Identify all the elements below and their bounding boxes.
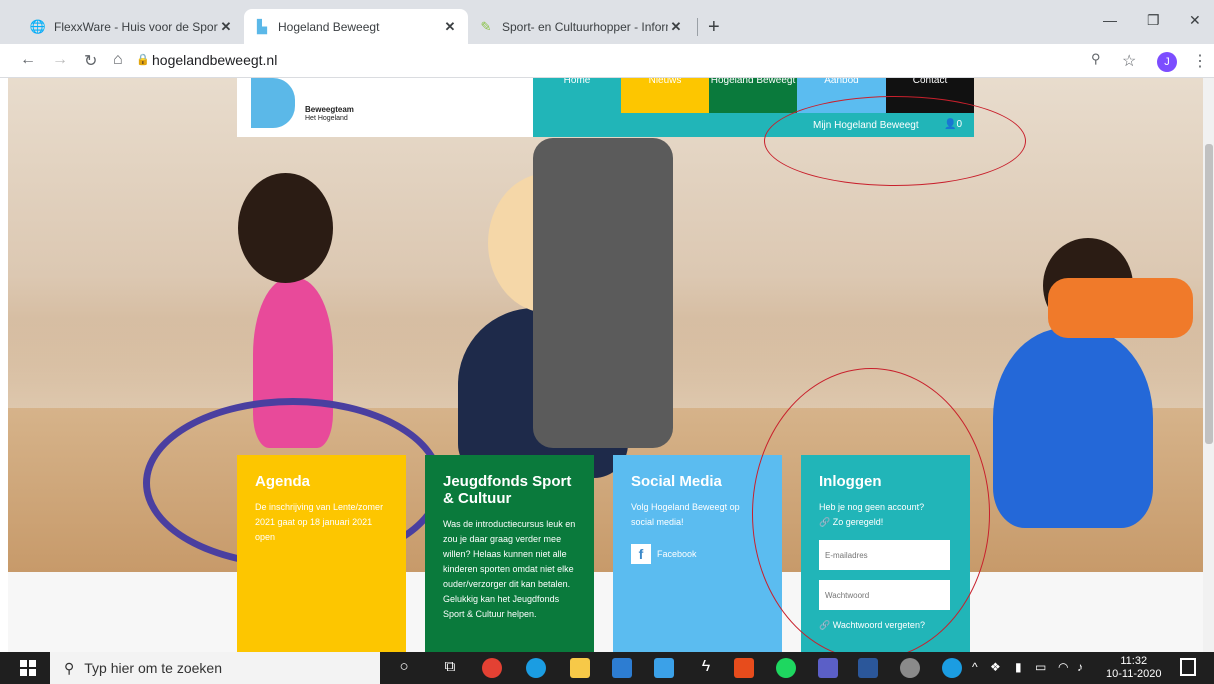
menu-icon[interactable]: ⋮ <box>1192 51 1208 71</box>
nav-hogeland-beweegt[interactable]: Hogeland Beweegt <box>709 78 797 113</box>
jeugdfonds-text: Was de introductiecursus leuk en zou je … <box>443 519 576 619</box>
back-icon[interactable]: ← <box>20 51 36 69</box>
tab-separator <box>697 18 698 36</box>
globe-icon: 🌐 <box>29 18 47 34</box>
close-icon[interactable]: ✕ <box>668 19 684 35</box>
battery-icon[interactable]: ▭ <box>1035 660 1046 674</box>
leaf-icon: ✎ <box>480 18 492 34</box>
close-icon[interactable]: ✕ <box>442 19 458 35</box>
jeugdfonds-title: Jeugdfonds Sport & Cultuur <box>443 473 572 507</box>
lightning-icon[interactable]: ϟ <box>696 658 716 678</box>
volume-icon[interactable]: ♪ <box>1077 660 1083 674</box>
dropbox-icon[interactable]: ❖ <box>990 660 1001 674</box>
forward-icon[interactable]: → <box>52 51 68 69</box>
minimize-icon[interactable]: — <box>1103 12 1117 28</box>
windows-start-icon[interactable] <box>20 660 36 676</box>
facebook-link[interactable]: f Facebook <box>631 544 764 564</box>
page-viewport: Beweegteam Het Hogeland Home Nieuws Hoge… <box>0 78 1203 652</box>
scrollbar-thumb[interactable] <box>1205 144 1213 444</box>
tab-cultuurhopper[interactable]: ✎ Sport- en Cultuurhopper - Inform ✕ <box>468 9 694 44</box>
tab-hogeland-beweegt[interactable]: ▙ Hogeland Beweegt ✕ <box>244 9 468 44</box>
profile-avatar[interactable]: J <box>1157 52 1177 72</box>
cortana-icon[interactable]: ○ <box>394 658 414 678</box>
adult-figure <box>533 138 673 448</box>
page-background <box>8 572 1203 652</box>
window-close-icon[interactable]: ✕ <box>1189 12 1201 29</box>
reload-icon[interactable]: ↻ <box>84 51 97 71</box>
spotify-icon[interactable] <box>776 658 796 678</box>
search-icon: ⚲ <box>64 659 75 676</box>
bookmark-star-icon[interactable]: ☆ <box>1122 51 1136 71</box>
hero-image <box>8 78 1203 572</box>
address-bar: ← → ↻ ⌂ 🔒 hogelandbeweegt.nl ⚲ ☆ ⋮ <box>0 44 1214 78</box>
child-head <box>238 173 333 283</box>
clock-time: 11:32 <box>1120 655 1148 667</box>
store-icon[interactable] <box>612 658 632 678</box>
tab-label: Sport- en Cultuurhopper - Inform <box>502 19 668 34</box>
child-figure <box>1048 278 1193 338</box>
url-field[interactable]: hogelandbeweegt.nl <box>152 52 277 68</box>
jeugdfonds-card: Jeugdfonds Sport & Cultuur Was de introd… <box>425 455 594 652</box>
edge-icon[interactable] <box>526 658 546 678</box>
tab-flexxware[interactable]: 🌐 FlexxWare - Huis voor de Sport & ✕ <box>20 9 244 44</box>
clock-date: 10-11-2020 <box>1106 668 1162 680</box>
taskbar: ⚲ Typ hier om te zoeken ○ ⧉ ϟ ^ ❖ ▮ ▭ ◠ … <box>0 652 1214 684</box>
social-title: Social Media <box>631 473 722 490</box>
logo-title: Beweegteam <box>305 105 354 114</box>
facebook-icon: f <box>631 544 651 564</box>
annotation-circle <box>764 96 1026 186</box>
paint-icon[interactable] <box>900 658 920 678</box>
tab-label: FlexxWare - Huis voor de Sport & <box>54 19 218 34</box>
mail-icon[interactable] <box>654 658 674 678</box>
browser-tab-bar: 🌐 FlexxWare - Huis voor de Sport & ✕ ▙ H… <box>0 0 1214 44</box>
agenda-card: Agenda De inschrijving van Lente/zomer 2… <box>237 455 406 652</box>
nav-nieuws[interactable]: Nieuws <box>621 78 709 113</box>
restore-icon[interactable]: ❐ <box>1147 12 1160 29</box>
taskbar-search[interactable]: ⚲ Typ hier om te zoeken <box>50 652 380 684</box>
task-view-icon[interactable]: ⧉ <box>440 658 460 678</box>
home-icon[interactable]: ⌂ <box>113 51 123 69</box>
teams-icon[interactable] <box>818 658 838 678</box>
file-explorer-icon[interactable] <box>570 658 590 678</box>
zoom-icon[interactable]: ⚲ <box>1091 51 1101 67</box>
agenda-title: Agenda <box>255 473 311 490</box>
lock-icon[interactable]: 🔒 <box>136 53 150 66</box>
clock[interactable]: 11:32 10-11-2020 <box>1106 655 1161 681</box>
site-logo-icon: ▙ <box>257 18 267 34</box>
facebook-label: Facebook <box>657 549 697 559</box>
microphone-icon[interactable]: ▮ <box>1015 660 1022 674</box>
logo-subtitle: Het Hogeland <box>305 115 348 122</box>
nav-home[interactable]: Home <box>533 78 621 113</box>
logo-mark-icon <box>251 78 295 128</box>
agenda-text[interactable]: De inschrijving van Lente/zomer 2021 gaa… <box>255 500 388 545</box>
site-logo[interactable]: Beweegteam Het Hogeland <box>237 78 533 137</box>
word-icon[interactable] <box>858 658 878 678</box>
social-text: Volg Hogeland Beweegt op social media! <box>631 502 740 527</box>
child-figure <box>993 328 1153 528</box>
tray-chevron-icon[interactable]: ^ <box>972 660 978 674</box>
new-tab-icon[interactable]: + <box>708 16 720 39</box>
office-icon[interactable] <box>734 658 754 678</box>
close-icon[interactable]: ✕ <box>218 19 234 35</box>
wifi-icon[interactable]: ◠ <box>1058 660 1068 674</box>
annotation-circle <box>752 368 990 652</box>
notifications-icon[interactable] <box>1180 658 1196 676</box>
help-icon[interactable] <box>942 658 962 678</box>
chrome-icon[interactable] <box>482 658 502 678</box>
tab-label: Hogeland Beweegt <box>278 19 380 34</box>
search-placeholder: Typ hier om te zoeken <box>84 660 223 676</box>
